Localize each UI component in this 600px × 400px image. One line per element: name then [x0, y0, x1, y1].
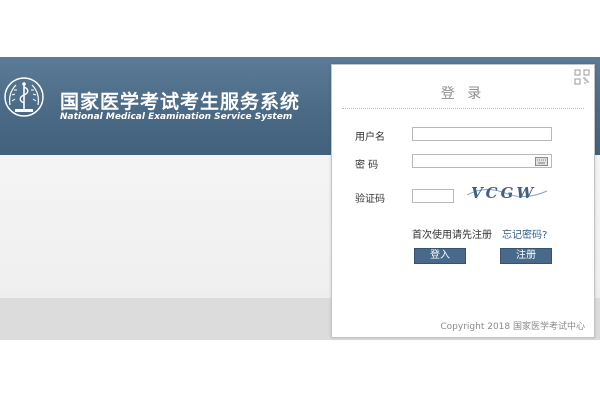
captcha-text: VCGW: [471, 184, 536, 202]
copyright-text: Copyright 2018 国家医学考试中心: [440, 322, 585, 332]
page-title: 国家医学考试考生服务系统: [60, 91, 301, 113]
password-label: 密 码: [355, 160, 379, 171]
keyboard-icon[interactable]: [535, 157, 548, 166]
username-label: 用户名: [355, 132, 385, 143]
captcha-label: 验证码: [355, 194, 385, 205]
password-input[interactable]: [412, 154, 552, 168]
register-button[interactable]: 注册: [500, 248, 552, 264]
login-panel: 登 录 用户名 密 码 验证码 VCGW 首次使用请先注册 忘记密码? 登入 注…: [331, 64, 595, 338]
first-use-hint: 首次使用请先注册: [412, 230, 492, 241]
page-subtitle: National Medical Examination Service Sys…: [60, 112, 293, 122]
caduceus-emblem-icon: [4, 77, 44, 117]
captcha-input[interactable]: [412, 189, 454, 203]
login-title: 登 录: [440, 86, 486, 102]
title-divider: [342, 108, 584, 109]
login-button[interactable]: 登入: [414, 248, 466, 264]
captcha-image[interactable]: VCGW: [465, 181, 549, 205]
forgot-password-link[interactable]: 忘记密码?: [502, 226, 547, 241]
username-input[interactable]: [412, 127, 552, 141]
